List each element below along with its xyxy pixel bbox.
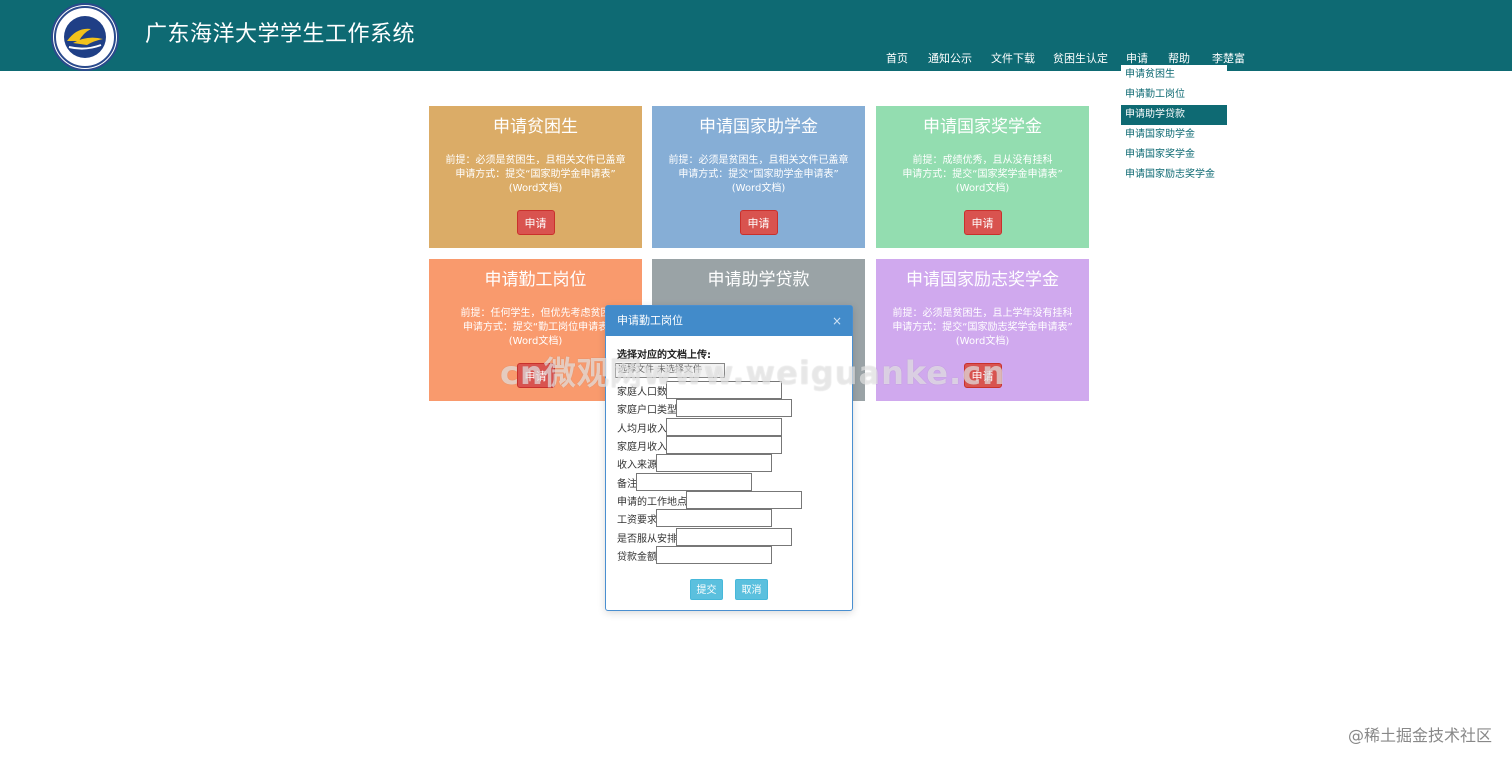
- nav-help[interactable]: 帮助: [1168, 50, 1190, 66]
- accept-arrangement-input[interactable]: [676, 528, 792, 546]
- card-method: 申请方式：提交“国家助学金申请表”: [455, 169, 616, 180]
- field-label: 收入来源: [617, 460, 657, 471]
- nav-apply[interactable]: 申请: [1126, 50, 1148, 66]
- household-type-input[interactable]: [676, 399, 792, 417]
- card-prerequisite: 前提：必须是贫困生，且上学年没有挂科: [892, 308, 1073, 319]
- top-header: 广东海洋大学学生工作系统 首页 通知公示 文件下载 贫困生认定 申请 帮助 李楚…: [0, 0, 1512, 71]
- dropdown-item-apply-national-grant[interactable]: 申请国家助学金: [1121, 125, 1227, 145]
- apply-dropdown-menu: 申请贫困生 申请勤工岗位 申请助学贷款 申请国家助学金 申请国家奖学金 申请国家…: [1121, 65, 1227, 185]
- loan-amount-input[interactable]: [656, 546, 772, 564]
- field-label: 贷款金额: [617, 552, 657, 563]
- card-format: (Word文档): [731, 183, 786, 194]
- apply-button[interactable]: 申请: [516, 363, 555, 388]
- card-format: (Word文档): [955, 183, 1010, 194]
- cancel-button[interactable]: 取消: [735, 579, 768, 600]
- field-label: 家庭人口数: [617, 387, 667, 398]
- card-method: 申请方式：提交“国家助学金申请表”: [678, 169, 839, 180]
- main-nav: 首页 通知公示 文件下载 贫困生认定 申请 帮助 李楚富: [0, 50, 1512, 66]
- field-label: 申请的工作地点: [617, 497, 687, 508]
- field-label: 家庭户口类型: [617, 405, 677, 416]
- dropdown-item-apply-student-loan[interactable]: 申请助学贷款: [1121, 105, 1227, 125]
- card-apply-national-scholarship: 申请国家奖学金 前提：成绩优秀，且从没有挂科 申请方式：提交“国家奖学金申请表”…: [876, 106, 1089, 248]
- card-format: (Word文档): [955, 336, 1010, 347]
- card-format: (Word文档): [508, 183, 563, 194]
- card-title: 申请勤工岗位: [484, 270, 587, 290]
- dropdown-item-apply-national-scholarship[interactable]: 申请国家奖学金: [1121, 145, 1227, 165]
- submit-button[interactable]: 提交: [690, 579, 723, 600]
- card-title: 申请助学贷款: [707, 270, 810, 290]
- nav-user-name[interactable]: 李楚富: [1212, 50, 1245, 66]
- close-icon[interactable]: ×: [832, 306, 842, 336]
- apply-button[interactable]: 申请: [963, 210, 1002, 235]
- salary-requirement-input[interactable]: [656, 509, 772, 527]
- card-apply-poor-student: 申请贫困生 前提：必须是贫困生，且相关文件已盖章 申请方式：提交“国家助学金申请…: [429, 106, 642, 248]
- nav-home[interactable]: 首页: [886, 50, 908, 66]
- field-label: 备注: [617, 479, 637, 490]
- remarks-input[interactable]: [636, 473, 752, 491]
- dropdown-item-apply-work-study[interactable]: 申请勤工岗位: [1121, 85, 1227, 105]
- per-capita-income-input[interactable]: [666, 418, 782, 436]
- site-title: 广东海洋大学学生工作系统: [145, 22, 416, 47]
- card-prerequisite: 前提：成绩优秀，且从没有挂科: [912, 155, 1053, 166]
- work-study-application-dialog: 申请勤工岗位 × 选择对应的文档上传: 选择文件 未选择文件 家庭人口数 家庭户…: [605, 305, 853, 611]
- work-location-input[interactable]: [686, 491, 802, 509]
- card-method: 申请方式：提交“国家奖学金申请表”: [902, 169, 1063, 180]
- field-label: 是否服从安排: [617, 534, 677, 545]
- card-method: 申请方式：提交“国家励志奖学金申请表”: [892, 322, 1073, 333]
- footer-credit: @稀土掘金技术社区: [1347, 726, 1492, 745]
- dropdown-item-apply-poor-student[interactable]: 申请贫困生: [1121, 65, 1227, 85]
- field-label: 人均月收入: [617, 424, 667, 435]
- card-apply-national-grant: 申请国家助学金 前提：必须是贫困生，且相关文件已盖章 申请方式：提交“国家助学金…: [652, 106, 865, 248]
- card-title: 申请国家奖学金: [923, 117, 1042, 137]
- upload-prompt: 选择对应的文档上传:: [617, 350, 711, 361]
- family-size-input[interactable]: [666, 381, 782, 399]
- card-prerequisite: 前提：必须是贫困生，且相关文件已盖章: [668, 155, 849, 166]
- dialog-title: 申请勤工岗位: [617, 314, 683, 327]
- card-prerequisite: 前提：必须是贫困生，且相关文件已盖章: [445, 155, 626, 166]
- card-title: 申请国家助学金: [699, 117, 818, 137]
- card-apply-inspirational-scholarship: 申请国家励志奖学金 前提：必须是贫困生，且上学年没有挂科 申请方式：提交“国家励…: [876, 259, 1089, 401]
- income-source-input[interactable]: [656, 454, 772, 472]
- apply-button[interactable]: 申请: [739, 210, 778, 235]
- nav-poverty-certification[interactable]: 贫困生认定: [1053, 50, 1108, 66]
- nav-notices[interactable]: 通知公示: [928, 50, 972, 66]
- nav-downloads[interactable]: 文件下载: [991, 50, 1035, 66]
- apply-button[interactable]: 申请: [963, 363, 1002, 388]
- apply-button[interactable]: 申请: [516, 210, 555, 235]
- file-upload-input[interactable]: 选择文件 未选择文件: [615, 363, 725, 378]
- field-label: 家庭月收入: [617, 442, 667, 453]
- card-title: 申请贫困生: [493, 117, 578, 137]
- dropdown-item-apply-inspirational-scholarship[interactable]: 申请国家励志奖学金: [1121, 165, 1227, 185]
- family-income-input[interactable]: [666, 436, 782, 454]
- field-label: 工资要求: [617, 515, 657, 526]
- dialog-header: 申请勤工岗位 ×: [606, 306, 852, 336]
- card-title: 申请国家励志奖学金: [906, 270, 1059, 290]
